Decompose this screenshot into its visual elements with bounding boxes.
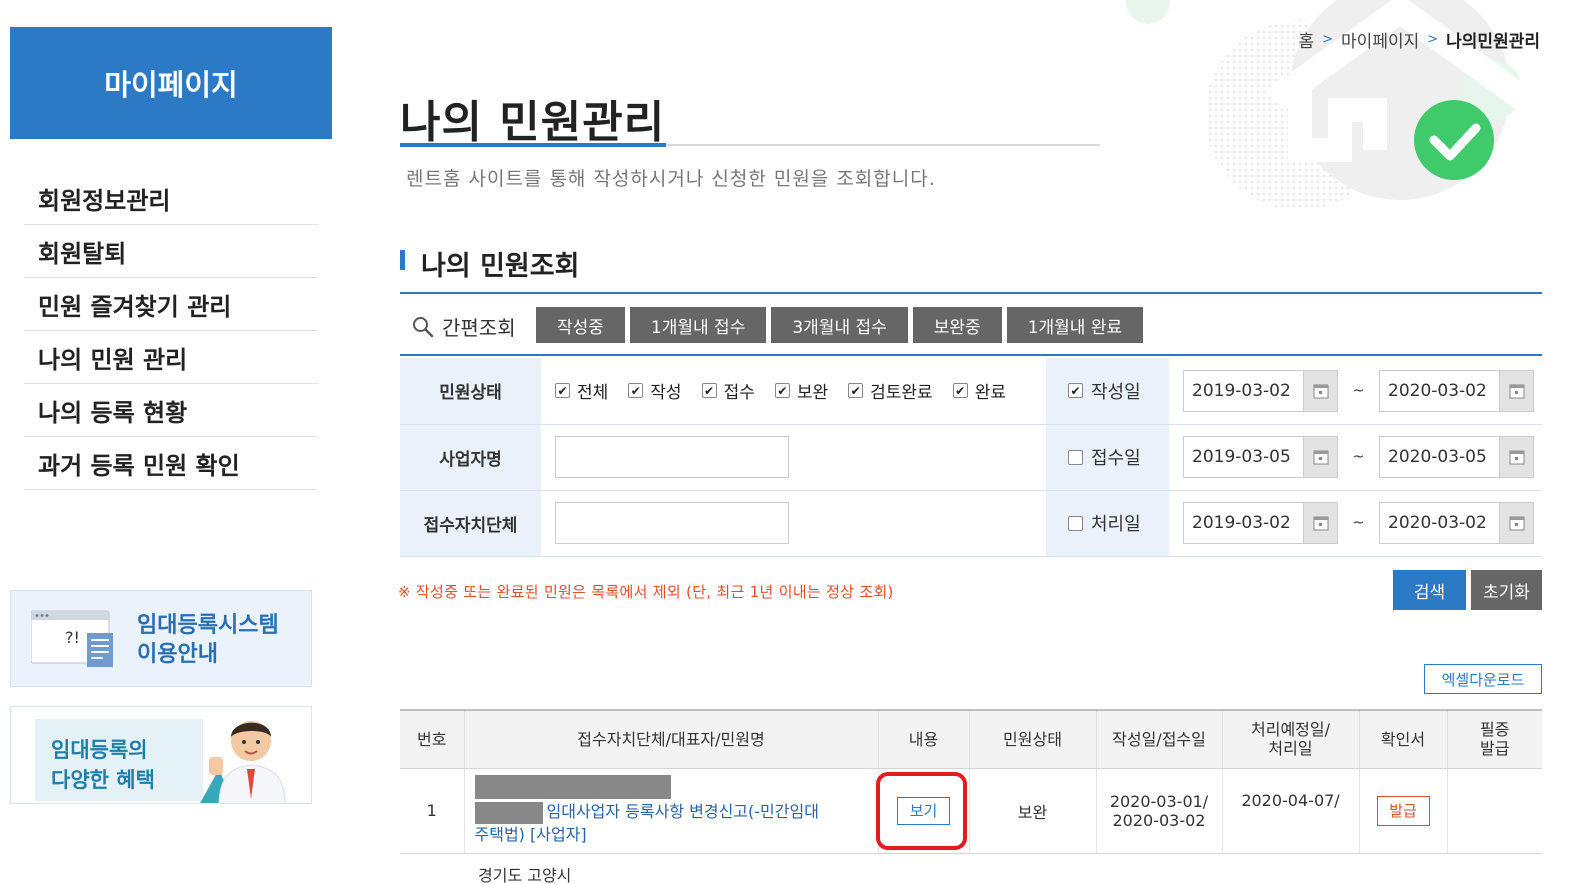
- row-number: 1: [400, 768, 464, 854]
- col-cert: 확인서: [1358, 710, 1447, 769]
- col-content: 내용: [877, 710, 969, 769]
- search-button[interactable]: 검색: [1393, 570, 1466, 610]
- table-header-row: 번호 접수자치단체/대표자/민원명 내용 민원상태 작성일/접수일 처리예정일/…: [400, 710, 1542, 769]
- col-no: 번호: [400, 710, 464, 769]
- page-title: 나의 민원관리: [400, 97, 666, 148]
- quick-writing-button[interactable]: 작성중: [536, 307, 625, 343]
- quick-search-label: 간편조회: [412, 312, 516, 341]
- calendar-icon[interactable]: [1303, 503, 1337, 543]
- col-due: 처리예정일/처리일: [1221, 710, 1359, 769]
- status-completed-checkbox[interactable]: ✔ 완료: [952, 378, 1006, 403]
- processed-date-checkbox[interactable]: 처리일: [1068, 510, 1169, 536]
- status-reviewed-checkbox[interactable]: ✔ 검토완료: [848, 378, 933, 403]
- sidebar-item-past-registrations[interactable]: 과거 등록 민원 확인: [24, 437, 318, 490]
- written-date-from[interactable]: 2019-03-02: [1183, 369, 1338, 412]
- calendar-icon[interactable]: [1303, 437, 1337, 477]
- business-name-input[interactable]: [555, 436, 789, 478]
- search-notice: ※ 작성중 또는 완료된 민원은 목록에서 제외 (단, 최근 1년 이내는 정…: [398, 583, 894, 601]
- quick-supplementing-button[interactable]: 보완중: [912, 307, 1002, 343]
- row-due: 2020-04-07/: [1221, 768, 1359, 854]
- sidebar-item-my-complaints[interactable]: 나의 민원 관리: [24, 331, 318, 384]
- row-status: 보완: [968, 768, 1096, 854]
- person-thumbs-up-icon: [200, 721, 286, 803]
- guide-banner[interactable]: ?! 임대등록시스템 이용안내: [10, 590, 312, 687]
- calendar-icon[interactable]: [1499, 437, 1533, 477]
- breadcrumb-separator: >: [1427, 32, 1439, 47]
- breadcrumb-separator: >: [1322, 32, 1334, 47]
- breadcrumb: 홈 > 마이페이지 > 나의민원관리: [1299, 27, 1541, 52]
- row-cert-cell: 발급: [1358, 768, 1447, 854]
- breadcrumb-mypage[interactable]: 마이페이지: [1341, 27, 1419, 52]
- page-description: 렌트홈 사이트를 통해 작성하시거나 신청한 민원을 조회합니다.: [406, 168, 936, 190]
- sidebar-header: 마이페이지: [10, 27, 332, 139]
- date-range-separator: ~: [1352, 515, 1365, 531]
- table-row: 1 임대사업자 등록사항 변경신고(-민간임대 주택법) [사업자] 보기 보완…: [400, 768, 1542, 854]
- written-date-checkbox[interactable]: ✔ 작성일: [1068, 378, 1169, 404]
- row-content-cell: 보기: [876, 768, 969, 854]
- redacted-block: [474, 775, 671, 800]
- received-date-checkbox[interactable]: 접수일: [1068, 444, 1169, 470]
- date-range-separator: ~: [1352, 382, 1365, 399]
- sidebar-item-favorites[interactable]: 민원 즐겨찾기 관리: [24, 278, 318, 331]
- calendar-icon[interactable]: [1499, 503, 1533, 543]
- partial-next-row: 경기도 고양시: [478, 866, 572, 884]
- col-dates: 작성일/접수일: [1095, 710, 1222, 769]
- col-must: 필증 발급: [1446, 710, 1542, 769]
- status-checkbox-group: ✔ 전체 ✔ 작성 ✔ 접수 ✔ 보완 ✔ 검토완료 ✔ 완료: [555, 378, 1046, 403]
- benefit-banner[interactable]: 임대등록의 다양한 혜택: [10, 706, 312, 804]
- written-date-to[interactable]: 2020-03-02: [1379, 369, 1534, 412]
- agency-label: 접수자치단체: [400, 490, 541, 557]
- sidebar-item-member-info[interactable]: 회원정보관리: [24, 172, 318, 225]
- redacted-block: [474, 801, 543, 824]
- row-must: [1446, 768, 1542, 854]
- breadcrumb-current: 나의민원관리: [1446, 32, 1540, 52]
- issue-cert-button[interactable]: 발급: [1376, 795, 1430, 826]
- search-icon: [413, 316, 434, 337]
- received-date-to[interactable]: 2020-03-05: [1379, 436, 1534, 478]
- calendar-icon[interactable]: [1303, 370, 1337, 411]
- status-all-checkbox[interactable]: ✔ 전체: [555, 378, 608, 403]
- complaint-table: 번호 접수자치단체/대표자/민원명 내용 민원상태 작성일/접수일 처리예정일/…: [400, 709, 1542, 854]
- status-writing-checkbox[interactable]: ✔ 작성: [628, 378, 682, 403]
- col-status: 민원상태: [968, 710, 1096, 769]
- status-received-checkbox[interactable]: ✔ 접수: [701, 378, 755, 403]
- processed-date-to[interactable]: 2020-03-02: [1379, 502, 1534, 544]
- processed-date-from[interactable]: 2019-03-02: [1183, 502, 1338, 544]
- title-divider-accent: [400, 143, 666, 147]
- sidebar-menu: 회원정보관리 회원탈퇴 민원 즐겨찾기 관리 나의 민원 관리 나의 등록 현황…: [24, 172, 318, 490]
- section-marker: [400, 250, 405, 270]
- sidebar-item-withdraw[interactable]: 회원탈퇴: [24, 225, 318, 278]
- calendar-icon[interactable]: [1499, 370, 1533, 411]
- guide-banner-text: 임대등록시스템 이용안내: [137, 613, 279, 667]
- status-supplement-checkbox[interactable]: ✔ 보완: [774, 378, 828, 403]
- status-label: 민원상태: [400, 358, 541, 425]
- received-date-from[interactable]: 2019-03-05: [1183, 436, 1338, 478]
- document-question-icon: ?!: [31, 610, 113, 667]
- quick-search-buttons: 작성중 1개월내 접수 3개월내 접수 보완중 1개월내 완료: [536, 307, 1144, 343]
- reset-button[interactable]: 초기화: [1471, 570, 1542, 610]
- highlight-ring: [876, 771, 967, 850]
- row-dates: 2020-03-01/2020-03-02: [1095, 768, 1222, 854]
- excel-download-button[interactable]: 엑셀다운로드: [1424, 664, 1542, 694]
- quick-3month-received-button[interactable]: 3개월내 접수: [771, 307, 908, 343]
- quick-search-bar: 간편조회 작성중 1개월내 접수 3개월내 접수 보완중 1개월내 완료: [400, 292, 1542, 356]
- section-title: 나의 민원조회: [421, 251, 580, 282]
- col-name: 접수자치단체/대표자/민원명: [463, 710, 878, 769]
- agency-input[interactable]: [555, 502, 789, 544]
- breadcrumb-home[interactable]: 홈: [1299, 27, 1315, 52]
- business-name-label: 사업자명: [400, 424, 541, 491]
- svg-text:?!: ?!: [65, 628, 80, 647]
- quick-1month-completed-button[interactable]: 1개월내 완료: [1006, 307, 1144, 343]
- quick-1month-received-button[interactable]: 1개월내 접수: [629, 307, 767, 343]
- date-range-separator: ~: [1352, 449, 1365, 465]
- complaint-name-link[interactable]: 임대사업자 등록사항 변경신고(-민간임대 주택법) [사업자]: [463, 768, 878, 854]
- sidebar-item-my-registrations[interactable]: 나의 등록 현황: [24, 384, 318, 437]
- benefit-banner-text: 임대등록의 다양한 혜택: [51, 738, 155, 792]
- search-form: 민원상태 ✔ 전체 ✔ 작성 ✔ 접수 ✔ 보완 ✔ 검토완료 ✔ 완료 ✔ 작성일 2019…: [400, 358, 1542, 557]
